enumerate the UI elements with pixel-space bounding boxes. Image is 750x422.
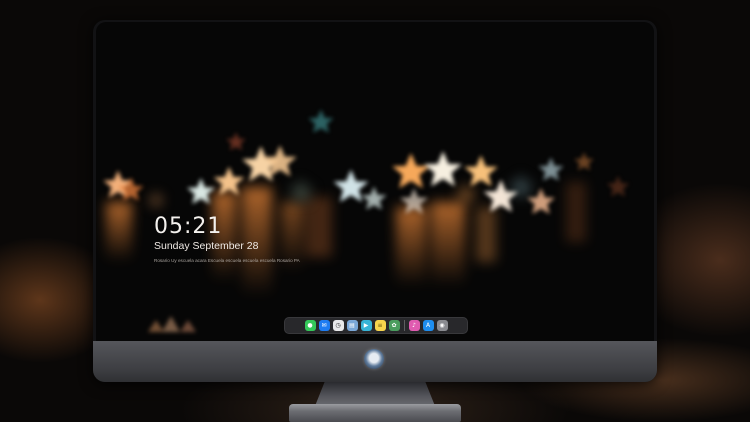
brand-logo-icon [364, 349, 384, 369]
notes-icon[interactable]: ≡ [374, 320, 386, 331]
imac-monitor: 05:21 Sunday September 28 Rosario Uy esc… [93, 20, 657, 382]
clapper-icon[interactable]: ▶ [360, 320, 372, 331]
lock-clock: 05:21 [154, 214, 223, 239]
monitor-stand-base [289, 404, 461, 422]
monitor-chin [93, 341, 657, 382]
mail-icon[interactable]: ✉ [318, 320, 330, 331]
monitor-stand-neck [315, 382, 435, 406]
itunes-icon[interactable]: ♪ [408, 320, 420, 331]
dock-separator [403, 320, 405, 331]
bokeh-wallpaper [103, 109, 630, 332]
photos-icon[interactable]: ✿ [388, 320, 400, 331]
lock-date: Sunday September 28 [154, 240, 259, 252]
preview-icon[interactable]: ▤ [346, 320, 358, 331]
clock-icon[interactable]: ◷ [332, 320, 344, 331]
dock: ● ✉ ◷ ▤ ▶ ≡ ✿ ♪ A ◉ [284, 317, 468, 334]
app-store-icon[interactable]: A [422, 320, 434, 331]
camera-icon[interactable]: ◉ [436, 320, 448, 331]
desktop-screen: 05:21 Sunday September 28 Rosario Uy esc… [96, 22, 654, 341]
messages-icon[interactable]: ● [304, 320, 316, 331]
lock-subtitle: Rosario Uy escuela acara Escuela escuela… [154, 258, 300, 263]
